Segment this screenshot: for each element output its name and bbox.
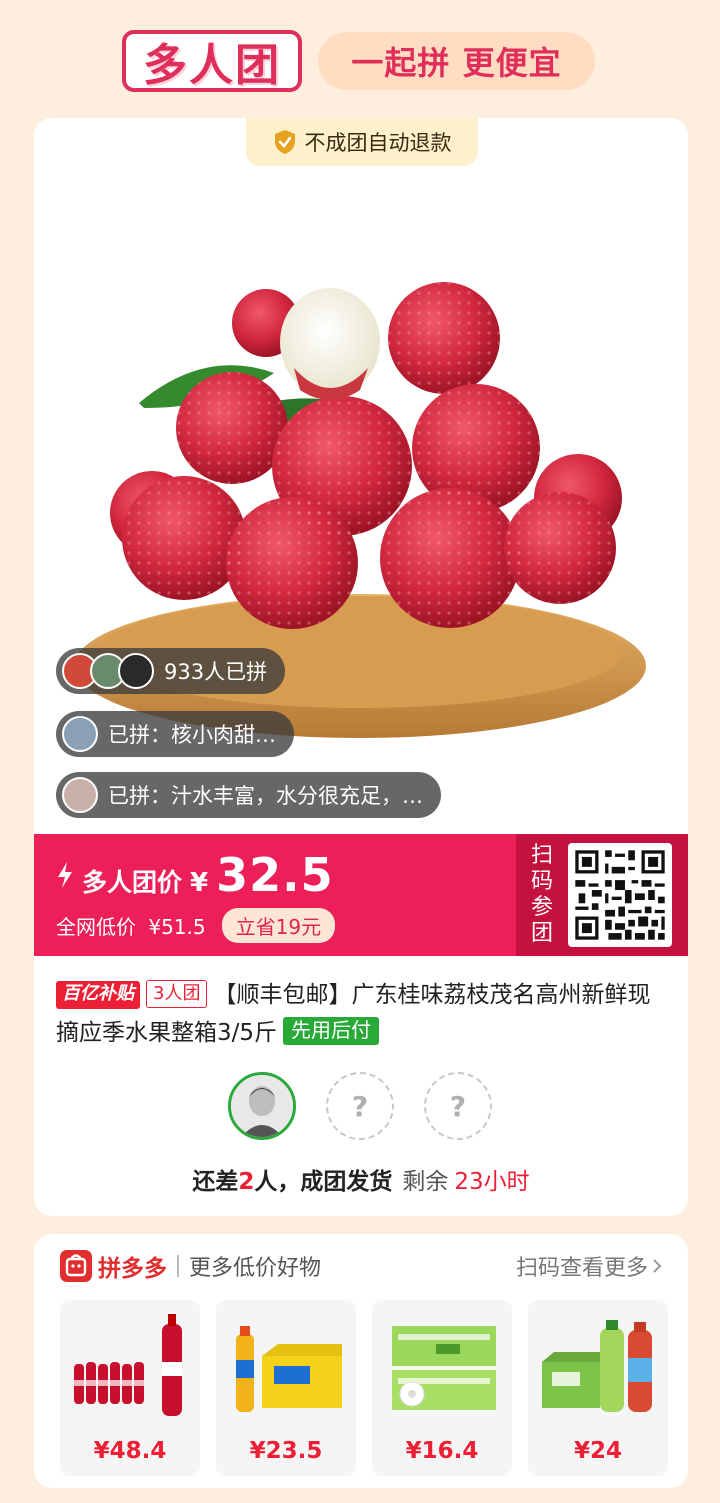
remaining-time: 23小时 [454,1169,530,1195]
status-prefix: 还差 [192,1169,239,1195]
pay-later-tag: 先用后付 [283,1017,380,1045]
product-price: ¥48.4 [93,1438,167,1464]
scan-label: 扫 码 参 团 [530,843,553,946]
avatar-stack [62,653,154,689]
green-tea-icon [542,1320,652,1412]
product-price: ¥16.4 [405,1438,479,1464]
product-price: ¥24 [573,1438,622,1464]
slogan-pill: 一起拼 更便宜 [318,32,595,90]
refund-badge: 不成团自动退款 [246,118,478,166]
tissue-icon [392,1326,496,1410]
person-avatar-icon [231,1075,293,1137]
product-card: 不成团自动退款 933人已拼 已拼：核小肉甜… 已拼：汁水丰富，水分很充足，… … [34,118,688,1216]
remaining-label: 剩余 [402,1169,449,1195]
avatar [62,716,98,752]
scan-more-label: 扫码查看更多 [515,1256,648,1281]
review-text: 已拼：核小肉甜… [108,723,276,747]
joined-count: 933人已拼 [164,660,268,684]
product-price: ¥23.5 [249,1438,323,1464]
market-price-label: 全网低价 [56,915,136,939]
group-size-tag: 3人团 [146,980,208,1008]
missing-count: 2 [238,1169,255,1195]
product-item[interactable]: ¥16.4 [372,1300,512,1476]
cola-icon [74,1314,182,1416]
refund-text: 不成团自动退款 [304,131,452,155]
divider [177,1255,179,1277]
price-value: 32.5 [216,848,334,902]
chevron-right-icon [653,1259,662,1273]
review-bubble: 已拼：核小肉甜… [56,711,294,757]
empty-member-slot[interactable]: ? [326,1072,394,1140]
group-members: ? ? [228,1072,492,1140]
product-item[interactable]: ¥24 [528,1300,668,1476]
review-text: 已拼：汁水丰富，水分很充足，… [108,784,423,808]
product-item[interactable]: ¥23.5 [216,1300,356,1476]
save-badge: 立省19元 [221,908,336,943]
price-label: 多人团价 [82,868,183,897]
group-price: 多人团价 ¥ 32.5 [56,848,334,902]
joined-count-bubble: 933人已拼 [56,648,286,694]
group-logo: 多人团 [122,30,302,92]
brand-name: 拼多多 [98,1256,167,1282]
avatar [62,777,98,813]
review-bubble: 已拼：汁水丰富，水分很充足，… [56,772,441,818]
price-bar: 多人团价 ¥ 32.5 全网低价 ¥51.5 立省19元 扫 码 参 团 [34,834,688,956]
price-currency: ¥ [190,868,209,898]
status-suffix: 人，成团发货 [254,1169,393,1195]
market-price: ¥51.5 [148,915,206,939]
subsidy-tag: 百亿补贴 [56,981,140,1009]
product-item[interactable]: ¥48.4 [60,1300,200,1476]
product-title: 百亿补贴 3人团 【顺丰包邮】广东桂味荔枝茂名高州新鲜现摘应季水果整箱3/5斤 先用后… [56,976,668,1052]
iced-tea-icon [236,1326,342,1412]
empty-member-slot[interactable]: ? [424,1072,492,1140]
scan-more-link[interactable]: 扫码查看更多 [516,1250,662,1282]
lightning-icon [58,862,72,888]
member-avatar [228,1072,296,1140]
shield-check-icon [274,130,295,154]
header: 多人团 一起拼 更便宜 [0,0,720,118]
more-header: 拼多多 更多低价好物 扫码查看更多 [60,1250,662,1282]
qr-code-icon[interactable] [568,843,672,947]
avatar [118,653,154,689]
pinduoduo-logo-icon [60,1250,92,1282]
group-status: 还差2人，成团发货 剩余 23小时 [34,1162,688,1196]
product-list: ¥48.4 ¥23.5 ¥16.4 ¥24 [60,1300,668,1476]
more-subtitle: 更多低价好物 [189,1256,322,1281]
scan-to-join[interactable]: 扫 码 参 团 [516,834,688,956]
market-price-row: 全网低价 ¥51.5 立省19元 [56,908,336,943]
more-products-card: 拼多多 更多低价好物 扫码查看更多 ¥48.4 ¥23.5 ¥16.4 ¥24 [34,1234,688,1488]
